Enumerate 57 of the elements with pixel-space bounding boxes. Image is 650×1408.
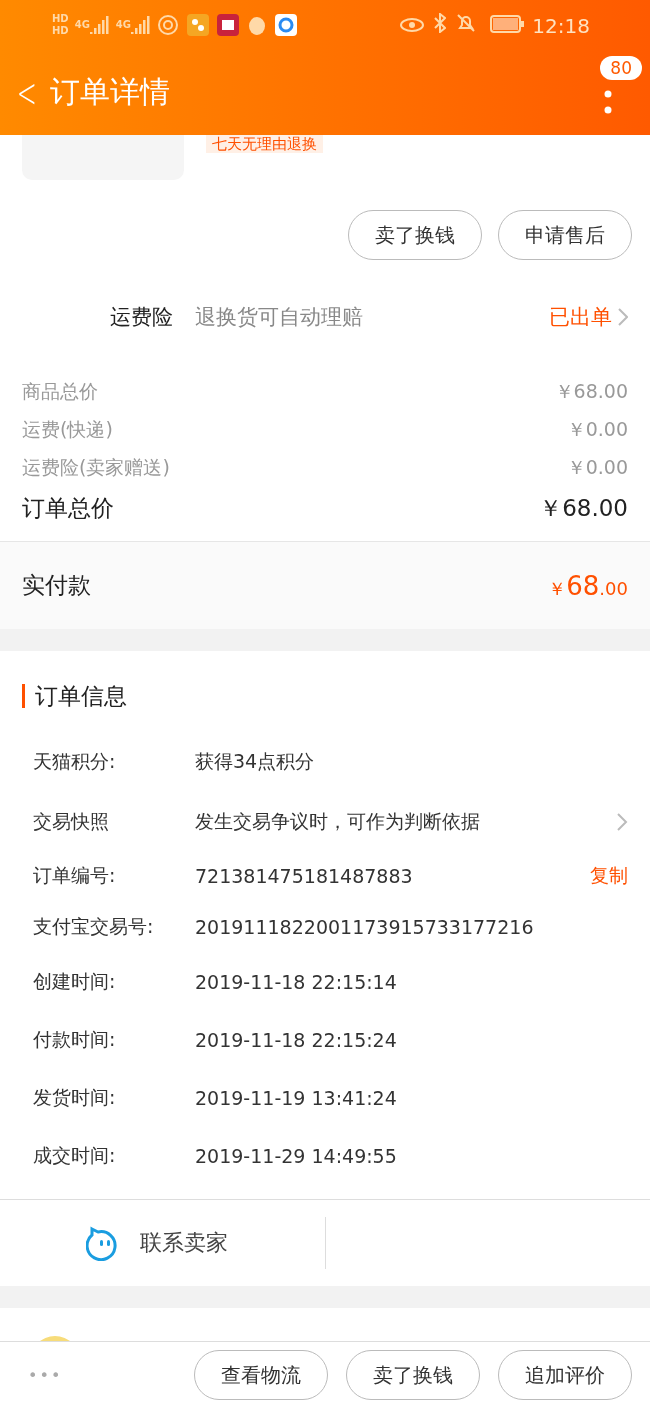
info-value: 2019-11-18 22:15:24 (195, 1029, 398, 1051)
price-value: ￥68.00 (554, 379, 628, 404)
return-policy-tag: 七天无理由退换 (206, 135, 323, 153)
info-value: 获得34点积分 (195, 749, 316, 774)
info-label: 订单编号: (33, 863, 117, 888)
info-label: 支付宝交易号: (33, 914, 155, 939)
bluetooth-icon (434, 12, 447, 33)
signal-icon (131, 16, 151, 34)
action-button[interactable]: 卖了换钱 (348, 210, 482, 260)
price-value: ￥0.00 (566, 455, 628, 480)
accent-bar (22, 684, 25, 708)
contact-seller-button[interactable]: 联系卖家 (0, 1217, 326, 1269)
info-value: 2019111822001173915733177216 (195, 916, 535, 938)
action-button[interactable]: 卖了换钱 (346, 1350, 480, 1400)
book-icon (217, 14, 239, 36)
price-label: 运费(快递) (22, 417, 113, 442)
battery-icon (490, 14, 525, 33)
network-label: 4G (115, 19, 131, 31)
info-label: 成交时间: (33, 1143, 117, 1168)
action-button[interactable]: 追加评价 (498, 1350, 632, 1400)
signal-icon (89, 16, 110, 34)
total-label: 订单总价 (22, 493, 114, 523)
eye-icon (400, 16, 425, 33)
insurance-description: 退换货可自动理赔 (195, 303, 363, 331)
more-icon[interactable] (604, 90, 612, 114)
price-label: 商品总价 (22, 379, 98, 404)
info-label: 付款时间: (33, 1027, 117, 1052)
app-icon (187, 14, 209, 36)
section-title: 订单信息 (35, 681, 127, 711)
message-count-badge: 80 (600, 56, 642, 80)
info-label: 交易快照 (33, 809, 110, 834)
info-value: 发生交易争议时，可作为判断依据 (195, 809, 481, 834)
action-button[interactable]: 查看物流 (194, 1350, 328, 1400)
chevron-right-icon (618, 307, 628, 326)
hd-label: HD (52, 13, 69, 25)
price-label: 运费险(卖家赠送) (22, 455, 170, 480)
network-label: 4G (74, 19, 90, 31)
paid-amount: ￥68.00 (548, 570, 628, 601)
price-value: ￥0.00 (566, 417, 628, 442)
action-button[interactable]: 申请售后 (498, 210, 632, 260)
chevron-right-icon (616, 812, 628, 832)
insurance-label: 运费险 (110, 303, 173, 331)
info-value: 2019-11-29 14:49:55 (195, 1145, 398, 1167)
info-value: 721381475181487883 (195, 865, 414, 887)
info-label: 天猫积分: (33, 749, 117, 774)
info-value: 2019-11-18 22:15:14 (195, 971, 398, 993)
info-label: 发货时间: (33, 1085, 117, 1110)
browser-icon (275, 14, 297, 36)
hotspot-icon (157, 14, 179, 36)
info-label: 创建时间: (33, 969, 117, 994)
bell-muted-icon (456, 12, 477, 33)
page-title: 订单详情 (49, 73, 170, 111)
paid-label: 实付款 (22, 571, 91, 600)
clock-time: 12:18 (400, 12, 590, 38)
info-value: 2019-11-19 13:41:24 (195, 1087, 398, 1109)
total-value: ￥68.00 (539, 493, 628, 523)
hd-label: HD (52, 25, 69, 37)
